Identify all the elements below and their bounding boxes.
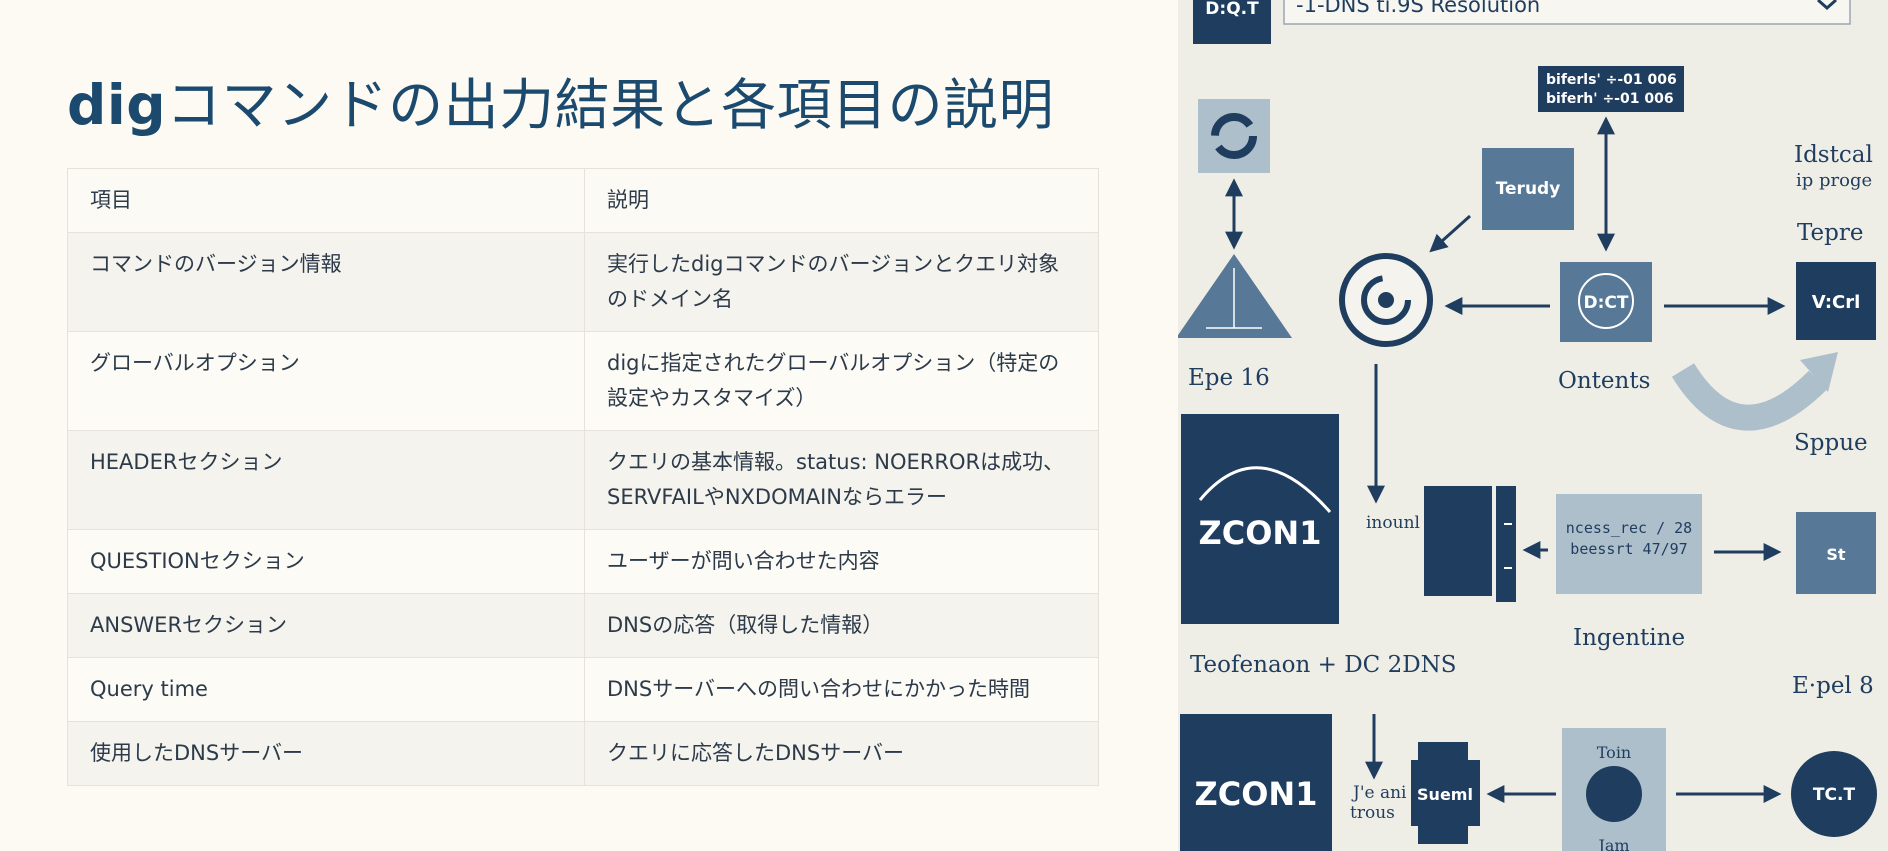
- record-box: ncess_rec / 28 beessrt 47/97: [1556, 494, 1702, 594]
- label-ontents: Ontents: [1558, 368, 1650, 394]
- top-box-label: D:Q.T: [1205, 0, 1259, 19]
- label-jeani: J'e ani: [1351, 783, 1407, 803]
- label-sppue: Sppue: [1794, 430, 1868, 456]
- row-item: 使用したDNSサーバー: [67, 721, 585, 786]
- globe-box: Toin Jam: [1562, 728, 1666, 851]
- terudy-box: Terudy: [1482, 148, 1574, 230]
- row-item: HEADERセクション: [67, 430, 585, 530]
- table-row: QUESTIONセクション ユーザーが問い合わせた内容: [67, 529, 1099, 594]
- row-item: Query time: [67, 657, 585, 722]
- info-line-2: biferh' ÷-01 006: [1546, 91, 1674, 107]
- label-jam: Jam: [1596, 836, 1629, 851]
- st-box: St: [1796, 512, 1876, 594]
- sueml-cross-box: Sueml: [1411, 742, 1480, 844]
- illustration-svg: D:Q.T -1-DNS ti.9S Resolution biferls' ÷…: [1178, 0, 1877, 851]
- row-description: クエリの基本情報。status: NOERRORは成功、SERVFAILやNXD…: [584, 430, 1099, 530]
- row-item: グローバルオプション: [67, 331, 585, 431]
- zcon1-box-bottom: ZCON1: [1180, 714, 1332, 851]
- label-epel8: E·pel 8: [1792, 673, 1874, 699]
- triangle-shape: [1178, 254, 1292, 338]
- table-row: HEADERセクション クエリの基本情報。status: NOERRORは成功、…: [67, 430, 1099, 530]
- tct-circle: TC.T: [1791, 751, 1877, 837]
- dropdown-value: -1-DNS ti.9S Resolution: [1296, 0, 1540, 17]
- disc-icon: [1339, 253, 1433, 347]
- tct-label: TC.T: [1813, 785, 1856, 805]
- label-tepre: Tepre: [1797, 220, 1864, 246]
- info-box: biferls' ÷-01 006 biferh' ÷-01 006: [1538, 66, 1684, 112]
- label-teofenaon: Teofenaon + DC 2DNS: [1190, 652, 1457, 678]
- row-description: DNSサーバーへの問い合わせにかかった時間: [584, 657, 1099, 722]
- record-line-2: beessrt 47/97: [1570, 540, 1687, 558]
- dct-label: D:CT: [1584, 293, 1629, 313]
- row-description: ユーザーが問い合わせた内容: [584, 529, 1099, 594]
- refresh-box: [1198, 99, 1270, 173]
- st-label: St: [1826, 545, 1846, 564]
- server-rack-icon: [1424, 486, 1516, 602]
- terudy-label: Terudy: [1496, 179, 1561, 199]
- table-row: グローバルオプション digに指定されたグローバルオプション（特定の設定やカスタ…: [67, 331, 1099, 431]
- vcrl-box: V:Crl: [1796, 262, 1876, 340]
- row-item: コマンドのバージョン情報: [67, 232, 585, 332]
- column-header-description: 説明: [584, 168, 1099, 233]
- zcon1-top-label: ZCON1: [1199, 514, 1322, 552]
- sueml-label: Sueml: [1417, 785, 1473, 804]
- label-ingentine: Ingentine: [1573, 625, 1685, 651]
- top-box: D:Q.T: [1193, 0, 1271, 44]
- title-rest: コマンドの出力結果と各項目の説明: [166, 73, 1055, 137]
- label-idstcal: Idstcal: [1794, 142, 1873, 168]
- column-header-item: 項目: [67, 168, 585, 233]
- table-header-row: 項目 説明: [67, 168, 1099, 233]
- label-epe16: Epe 16: [1188, 365, 1270, 391]
- info-line-1: biferls' ÷-01 006: [1546, 72, 1677, 88]
- curved-arrow-icon: [1671, 362, 1828, 431]
- label-trous: trous: [1350, 803, 1395, 823]
- row-description: digに指定されたグローバルオプション（特定の設定やカスタマイズ）: [584, 331, 1099, 431]
- table-row: コマンドのバージョン情報 実行したdigコマンドのバージョンとクエリ対象のドメイ…: [67, 232, 1099, 332]
- row-description: DNSの応答（取得した情報）: [584, 593, 1099, 658]
- vcrl-label: V:Crl: [1812, 292, 1861, 313]
- label-toin: Toin: [1597, 743, 1631, 762]
- zcon1-bottom-label: ZCON1: [1195, 775, 1318, 813]
- label-ip-proge: ip proge: [1796, 170, 1872, 191]
- row-item: QUESTIONセクション: [67, 529, 585, 594]
- dns-resolution-dropdown[interactable]: -1-DNS ti.9S Resolution: [1283, 0, 1851, 25]
- dct-box: D:CT: [1560, 262, 1652, 342]
- arrow-terudy: [1429, 214, 1472, 253]
- row-description: 実行したdigコマンドのバージョンとクエリ対象のドメイン名: [584, 232, 1099, 332]
- page-title: digコマンドの出力結果と各項目の説明: [67, 60, 1054, 140]
- row-item: ANSWERセクション: [67, 593, 585, 658]
- table-row: ANSWERセクション DNSの応答（取得した情報）: [67, 593, 1099, 658]
- zcon1-box-top: ZCON1: [1181, 414, 1339, 624]
- table-row: 使用したDNSサーバー クエリに応答したDNSサーバー: [67, 721, 1099, 786]
- dns-illustration: D:Q.T -1-DNS ti.9S Resolution biferls' ÷…: [1178, 0, 1888, 851]
- table-row: Query time DNSサーバーへの問い合わせにかかった時間: [67, 657, 1099, 722]
- slide-content: digコマンドの出力結果と各項目の説明 項目 説明 コマンドのバージョン情報 実…: [0, 0, 1178, 851]
- title-latin: dig: [67, 73, 167, 137]
- dig-output-table: 項目 説明 コマンドのバージョン情報 実行したdigコマンドのバージョンとクエリ…: [67, 168, 1099, 786]
- row-description: クエリに応答したDNSサーバー: [584, 721, 1099, 786]
- label-inounl: inounl: [1366, 513, 1420, 533]
- record-line-1: ncess_rec / 28: [1566, 519, 1692, 537]
